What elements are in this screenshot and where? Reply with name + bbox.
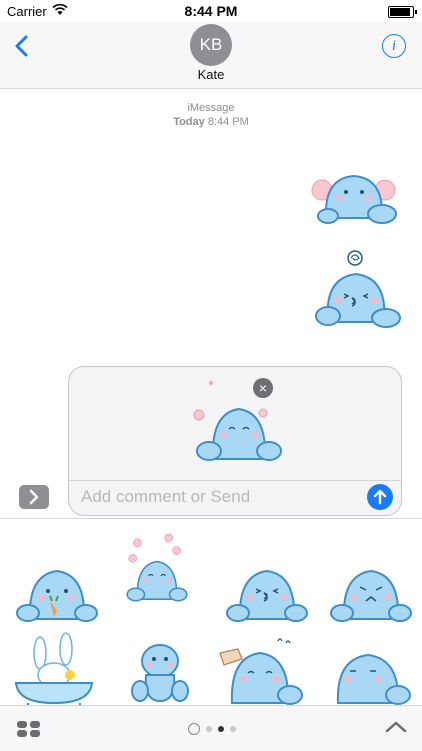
avatar[interactable]: KB	[190, 24, 232, 66]
app-drawer-icon[interactable]	[16, 720, 42, 738]
page-dot[interactable]	[206, 726, 212, 732]
sent-sticker-dizzy[interactable]	[314, 248, 402, 330]
timestamp-day: Today	[173, 116, 205, 128]
message-input[interactable]: Add comment or Send	[81, 487, 250, 507]
page-indicator[interactable]	[188, 723, 236, 735]
app-drawer-bar	[0, 705, 422, 751]
tray-sticker-seal-pout[interactable]	[222, 549, 312, 629]
send-arrow-icon	[373, 489, 387, 505]
compose-divider	[69, 480, 401, 481]
service-label: iMessage	[187, 102, 235, 114]
sent-sticker-flowers[interactable]	[308, 170, 400, 230]
battery-icon	[388, 6, 417, 18]
staged-sticker	[193, 381, 282, 461]
avatar-initials: KB	[199, 35, 223, 54]
back-chevron-icon[interactable]	[12, 34, 32, 58]
timestamp: Today 8:44 PM	[0, 116, 422, 128]
info-glyph: i	[391, 37, 397, 54]
sticker-tray	[0, 518, 422, 707]
timestamp-time: 8:44 PM	[207, 116, 249, 128]
compose-box: Add comment or Send	[68, 366, 402, 516]
send-button[interactable]	[367, 484, 393, 510]
page-dot-active[interactable]	[218, 726, 224, 732]
chevron-up-icon[interactable]	[384, 718, 408, 736]
tray-sticker-bunny-bath[interactable]	[10, 631, 100, 711]
info-icon[interactable]: i	[382, 34, 406, 58]
expand-apps-button[interactable]	[19, 485, 49, 509]
close-icon: ×	[258, 380, 268, 396]
tray-sticker-seal-petted[interactable]	[216, 631, 306, 711]
recents-icon[interactable]	[188, 723, 200, 735]
conversation-header: KB Kate i	[0, 22, 422, 89]
tray-sticker-seal-sleepy[interactable]	[326, 631, 416, 711]
page-dot[interactable]	[230, 726, 236, 732]
tray-sticker-seal-flowers[interactable]	[112, 527, 202, 607]
tray-sticker-seal-grumpy[interactable]	[326, 549, 416, 629]
status-time: 8:44 PM	[184, 3, 238, 19]
contact-name[interactable]: Kate	[0, 67, 422, 82]
status-bar: Carrier 8:44 PM	[0, 0, 422, 22]
chevron-right-icon	[29, 489, 39, 505]
tray-sticker-seal-front[interactable]	[116, 631, 206, 711]
remove-sticker-button[interactable]: ×	[253, 378, 273, 398]
tray-sticker-seal-carrot[interactable]	[12, 549, 102, 629]
